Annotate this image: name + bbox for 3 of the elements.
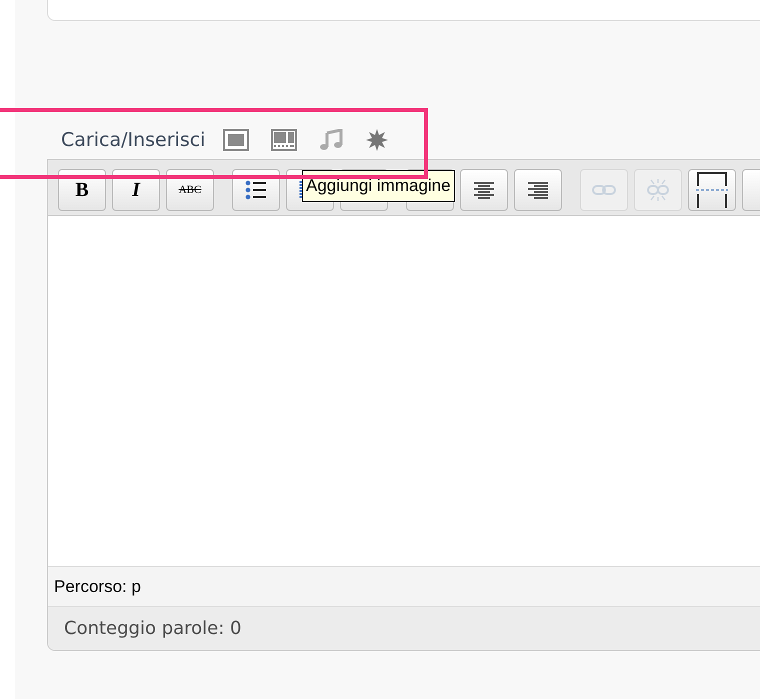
upload-insert-label: Carica/Inserisci xyxy=(61,128,206,153)
path-bar: Percorso: p xyxy=(48,566,760,606)
word-count-bar: Conteggio parole: 0 xyxy=(48,606,760,650)
